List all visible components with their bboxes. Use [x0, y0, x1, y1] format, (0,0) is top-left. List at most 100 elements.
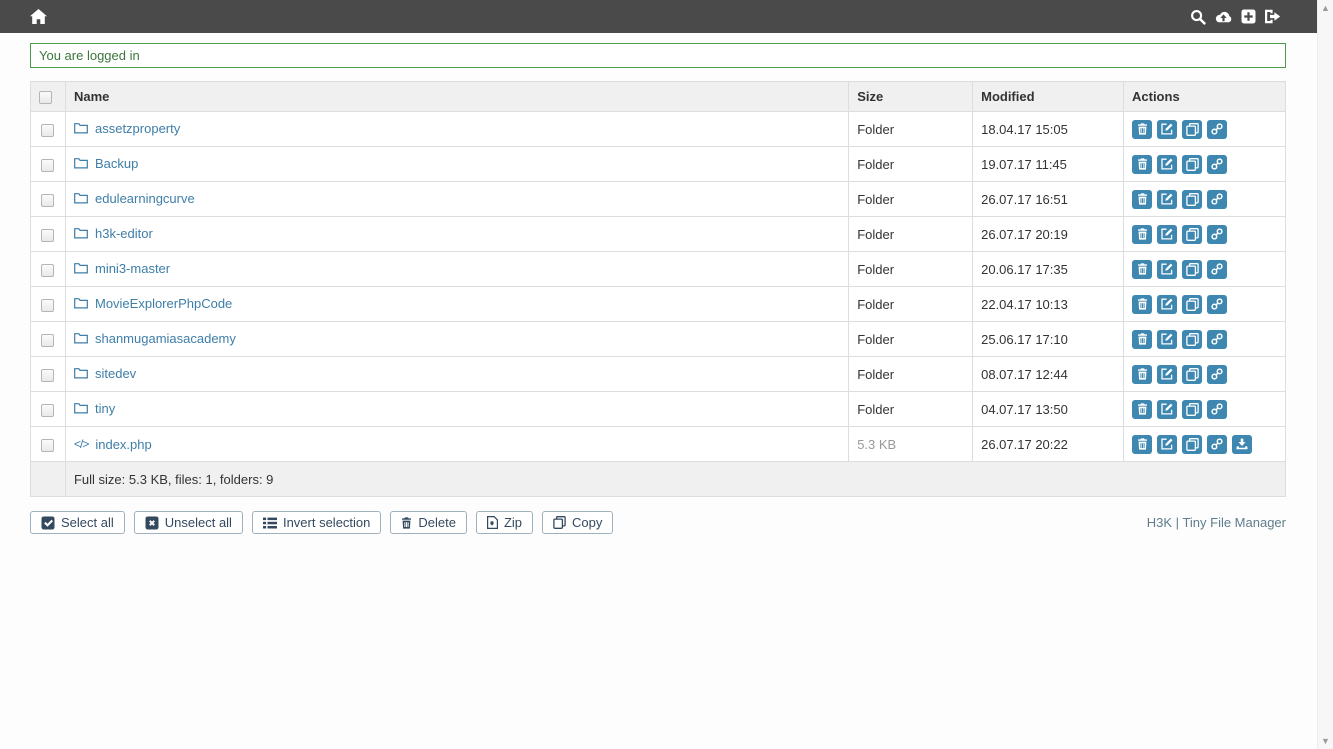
copy-button[interactable]: Copy	[542, 511, 613, 534]
item-link[interactable]: </> index.php	[74, 437, 152, 452]
zip-button[interactable]: Zip	[476, 511, 533, 534]
row-checkbox[interactable]	[41, 229, 54, 242]
edit-action-button[interactable]	[1157, 190, 1177, 209]
button-label: Delete	[418, 515, 456, 530]
item-link[interactable]: Backup	[74, 156, 138, 171]
delete-action-button[interactable]	[1132, 260, 1152, 279]
logout-button[interactable]	[1264, 9, 1281, 24]
row-checkbox[interactable]	[41, 334, 54, 347]
item-link[interactable]: edulearningcurve	[74, 191, 195, 206]
trash-icon	[1137, 263, 1148, 275]
edit-action-button[interactable]	[1157, 400, 1177, 419]
row-checkbox[interactable]	[41, 194, 54, 207]
row-actions	[1132, 155, 1277, 174]
edit-action-button[interactable]	[1157, 225, 1177, 244]
link-action-button[interactable]	[1207, 365, 1227, 384]
edit-icon	[1161, 158, 1173, 170]
edit-icon	[1161, 228, 1173, 240]
delete-action-button[interactable]	[1132, 295, 1152, 314]
alert-message: You are logged in	[39, 48, 140, 63]
edit-action-button[interactable]	[1157, 295, 1177, 314]
scroll-up-icon[interactable]: ▲	[1321, 3, 1330, 13]
copy-action-button[interactable]	[1182, 155, 1202, 174]
row-checkbox[interactable]	[41, 404, 54, 417]
delete-action-button[interactable]	[1132, 155, 1152, 174]
brand-link[interactable]: H3K	[1147, 515, 1172, 530]
delete-action-button[interactable]	[1132, 435, 1152, 454]
link-action-button[interactable]	[1207, 225, 1227, 244]
edit-action-button[interactable]	[1157, 330, 1177, 349]
item-link[interactable]: MovieExplorerPhpCode	[74, 296, 232, 311]
link-action-button[interactable]	[1207, 120, 1227, 139]
link-action-button[interactable]	[1207, 400, 1227, 419]
item-link[interactable]: mini3-master	[74, 261, 170, 276]
row-checkbox[interactable]	[41, 299, 54, 312]
link-action-button[interactable]	[1207, 155, 1227, 174]
link-action-button[interactable]	[1207, 295, 1227, 314]
edit-icon	[1161, 193, 1173, 205]
search-icon	[1190, 9, 1206, 25]
item-link[interactable]: shanmugamiasacademy	[74, 331, 236, 346]
item-link[interactable]: sitedev	[74, 366, 136, 381]
row-checkbox[interactable]	[41, 439, 54, 452]
item-link[interactable]: h3k-editor	[74, 226, 153, 241]
row-checkbox[interactable]	[41, 124, 54, 137]
edit-action-button[interactable]	[1157, 260, 1177, 279]
copy-action-button[interactable]	[1182, 400, 1202, 419]
edit-action-button[interactable]	[1157, 120, 1177, 139]
table-header-row: Name Size Modified Actions	[31, 82, 1286, 112]
item-modified: 25.06.17 17:10	[973, 322, 1124, 357]
copy-action-button[interactable]	[1182, 120, 1202, 139]
select-all-checkbox[interactable]	[39, 91, 52, 104]
delete-action-button[interactable]	[1132, 190, 1152, 209]
link-action-button[interactable]	[1207, 330, 1227, 349]
link-action-button[interactable]	[1207, 435, 1227, 454]
delete-button[interactable]: Delete	[390, 511, 467, 534]
copy-icon	[553, 516, 566, 529]
copy-action-button[interactable]	[1182, 330, 1202, 349]
copy-action-button[interactable]	[1182, 225, 1202, 244]
delete-action-button[interactable]	[1132, 365, 1152, 384]
folder-icon	[74, 262, 88, 274]
download-action-button[interactable]	[1232, 435, 1252, 454]
app-name-link[interactable]: Tiny File Manager	[1182, 515, 1286, 530]
check-square-icon	[41, 516, 55, 530]
unselect-all-button[interactable]: Unselect all	[134, 511, 243, 534]
row-checkbox[interactable]	[41, 369, 54, 382]
select-all-button[interactable]: Select all	[30, 511, 125, 534]
edit-action-button[interactable]	[1157, 155, 1177, 174]
edit-action-button[interactable]	[1157, 435, 1177, 454]
invert-selection-button[interactable]: Invert selection	[252, 511, 381, 534]
row-checkbox[interactable]	[41, 159, 54, 172]
upload-button[interactable]	[1214, 10, 1233, 24]
row-actions	[1132, 400, 1277, 419]
scroll-down-icon[interactable]: ▼	[1321, 736, 1330, 746]
edit-action-button[interactable]	[1157, 365, 1177, 384]
link-action-button[interactable]	[1207, 190, 1227, 209]
delete-action-button[interactable]	[1132, 400, 1152, 419]
search-button[interactable]	[1190, 9, 1206, 25]
edit-icon	[1161, 368, 1173, 380]
copy-action-button[interactable]	[1182, 190, 1202, 209]
new-item-button[interactable]	[1241, 9, 1256, 24]
copy-action-button[interactable]	[1182, 365, 1202, 384]
copy-action-button[interactable]	[1182, 435, 1202, 454]
delete-action-button[interactable]	[1132, 225, 1152, 244]
row-actions	[1132, 260, 1277, 279]
row-checkbox[interactable]	[41, 264, 54, 277]
item-size: Folder	[849, 252, 973, 287]
item-size: Folder	[849, 357, 973, 392]
item-size: Folder	[849, 112, 973, 147]
page-scrollbar[interactable]: ▲ ▼	[1317, 0, 1333, 749]
button-label: Zip	[504, 515, 522, 530]
home-icon	[30, 9, 47, 24]
delete-action-button[interactable]	[1132, 120, 1152, 139]
item-link[interactable]: assetzproperty	[74, 121, 180, 136]
delete-action-button[interactable]	[1132, 330, 1152, 349]
copy-action-button[interactable]	[1182, 260, 1202, 279]
copy-action-button[interactable]	[1182, 295, 1202, 314]
home-button[interactable]	[30, 9, 47, 24]
link-action-button[interactable]	[1207, 260, 1227, 279]
copy-icon	[1186, 228, 1199, 241]
item-link[interactable]: tiny	[74, 401, 115, 416]
